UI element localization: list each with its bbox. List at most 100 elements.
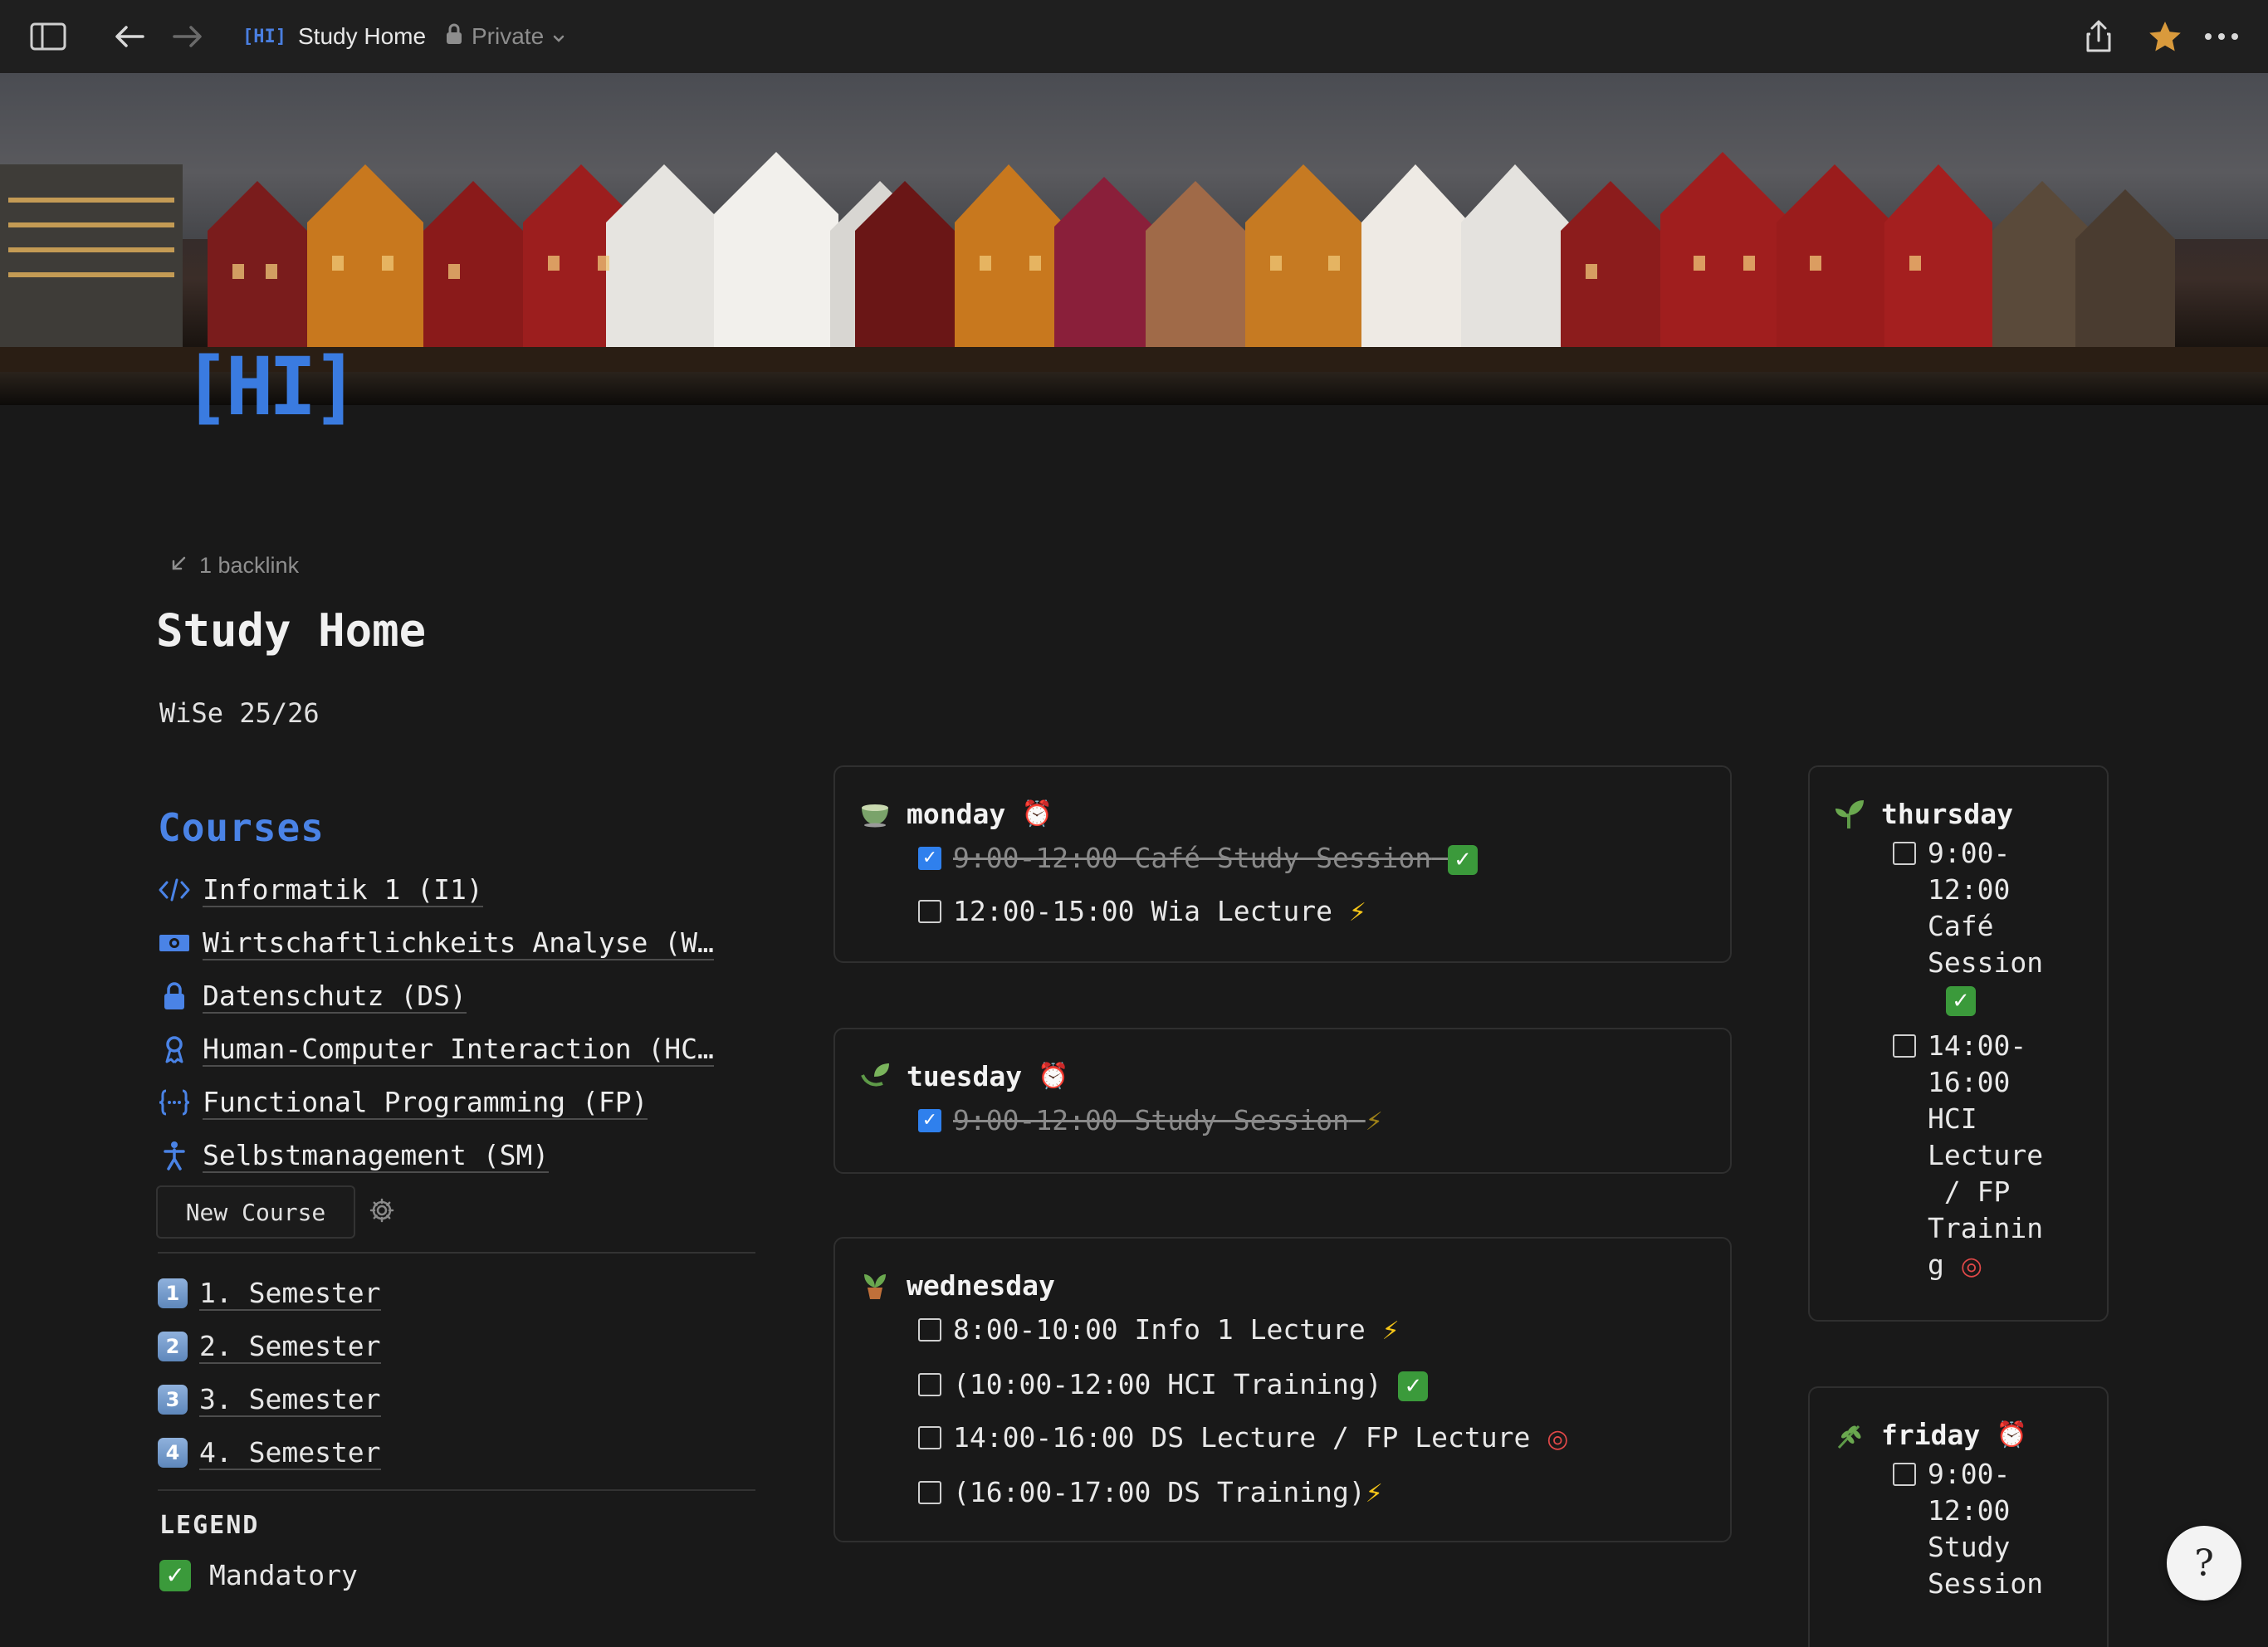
check-mark-icon: ✓ bbox=[1946, 985, 1976, 1016]
keycap-four-icon: 4 bbox=[158, 1438, 188, 1468]
course-item-datenschutz[interactable]: Datenschutz (DS) bbox=[158, 970, 755, 1023]
todo-item[interactable]: (10:00-12:00 HCI Training) ✓ bbox=[918, 1358, 1715, 1411]
semester-item[interactable]: 4 4. Semester bbox=[158, 1426, 755, 1479]
braces-icon bbox=[158, 1086, 191, 1119]
breadcrumb[interactable]: [HI] Study Home bbox=[242, 18, 426, 55]
semester-label: 4. Semester bbox=[199, 1435, 381, 1470]
todo-text-line: 9:00- bbox=[1928, 837, 2011, 869]
checkbox[interactable] bbox=[918, 1481, 941, 1504]
day-card-header: friday ⏰ bbox=[1833, 1418, 2028, 1451]
day-card-monday: monday ⏰ ✓ 9:00-12:00 Café Study Session… bbox=[833, 765, 1732, 963]
legend-item-mandatory: ✓ Mandatory bbox=[159, 1559, 358, 1591]
checkbox[interactable] bbox=[918, 1318, 941, 1342]
todo-text-line: Study bbox=[1928, 1531, 2011, 1563]
share-icon[interactable] bbox=[2080, 18, 2117, 55]
potted-plant-icon bbox=[858, 1268, 892, 1302]
target-icon: ◎ bbox=[1547, 1425, 1569, 1454]
todo-text-line: 16:00 bbox=[1928, 1066, 2011, 1098]
checkbox[interactable] bbox=[1893, 842, 1916, 865]
course-label: Informatik 1 (I1) bbox=[203, 872, 483, 907]
course-item-functional-programming[interactable]: Functional Programming (FP) bbox=[158, 1076, 755, 1129]
gear-icon[interactable] bbox=[367, 1195, 397, 1225]
more-options-icon[interactable] bbox=[2203, 18, 2240, 55]
todo-text-line: HCI bbox=[1928, 1102, 1977, 1135]
checkbox[interactable] bbox=[1893, 1034, 1916, 1058]
person-icon bbox=[158, 1139, 191, 1172]
favorite-star-icon[interactable] bbox=[2147, 18, 2183, 55]
divider bbox=[158, 1489, 755, 1491]
course-item-selbstmanagement[interactable]: Selbstmanagement (SM) bbox=[158, 1129, 755, 1182]
money-icon bbox=[158, 926, 191, 960]
todo-text-line: g bbox=[1928, 1249, 1944, 1281]
code-icon bbox=[158, 873, 191, 907]
forward-arrow-icon[interactable] bbox=[169, 18, 206, 55]
todo-text-line: 12:00 bbox=[1928, 1494, 2011, 1527]
todo-text-line: Session bbox=[1928, 946, 2044, 979]
backlinks-label: 1 backlink bbox=[199, 553, 300, 578]
back-arrow-icon[interactable] bbox=[111, 18, 148, 55]
lightning-icon: ⚡ bbox=[1365, 1479, 1383, 1508]
todo-text-line: Trainin bbox=[1928, 1212, 2044, 1244]
semester-item[interactable]: 2 2. Semester bbox=[158, 1320, 755, 1373]
todo-text: 9:00-12:00 Study Session bbox=[953, 1104, 1349, 1136]
todo-text: 12:00-15:00 Wia Lecture bbox=[953, 895, 1332, 927]
day-card-header: tuesday ⏰ bbox=[858, 1059, 1070, 1092]
page-title[interactable]: Study Home bbox=[156, 604, 426, 657]
course-item-wirtschaftlichkeit[interactable]: Wirtschaftlichkeits Analyse (W… bbox=[158, 916, 755, 970]
course-label: Datenschutz (DS) bbox=[203, 979, 467, 1014]
page-icon-large[interactable]: [HI] bbox=[183, 347, 365, 427]
day-card-thursday: thursday 9:00- 12:00 Café Session ✓ 14:0… bbox=[1808, 765, 2109, 1322]
day-title: friday bbox=[1881, 1418, 1981, 1451]
todo-item[interactable]: 9:00- 12:00 Café Session ✓ bbox=[1893, 835, 2092, 1018]
legend-heading: LEGEND bbox=[159, 1511, 260, 1540]
course-label: Human-Computer Interaction (HC… bbox=[203, 1032, 714, 1067]
todo-item[interactable]: (16:00-17:00 DS Training)⚡ bbox=[918, 1466, 1715, 1521]
day-card-wednesday: wednesday 8:00-10:00 Info 1 Lecture ⚡ (1… bbox=[833, 1237, 1732, 1542]
todo-item[interactable]: ✓ 9:00-12:00 Café Study Session ✓ bbox=[918, 832, 1715, 885]
todo-item[interactable]: 14:00- 16:00 HCI Lecture / FP Trainin g … bbox=[1893, 1028, 2092, 1285]
privacy-label: Private bbox=[472, 23, 545, 49]
backlink-arrow-icon bbox=[169, 553, 188, 579]
checkbox[interactable] bbox=[918, 900, 941, 923]
privacy-dropdown[interactable]: Private bbox=[445, 18, 565, 55]
seedling-icon bbox=[1833, 797, 1866, 830]
chevron-down-icon bbox=[552, 23, 565, 50]
courses-heading: Courses bbox=[158, 805, 325, 850]
course-label: Selbstmanagement (SM) bbox=[203, 1138, 550, 1173]
legend-label: Mandatory bbox=[209, 1559, 358, 1591]
day-title: thursday bbox=[1881, 797, 2013, 830]
course-item-informatik[interactable]: Informatik 1 (I1) bbox=[158, 863, 755, 916]
courses-list: Informatik 1 (I1) Wirtschaftlichkeits An… bbox=[158, 863, 755, 1182]
checkbox[interactable] bbox=[918, 1373, 941, 1396]
lightning-icon: ⚡ bbox=[1381, 1317, 1400, 1346]
checkbox[interactable] bbox=[918, 1426, 941, 1449]
todo-text: (16:00-17:00 DS Training) bbox=[953, 1476, 1366, 1508]
checkbox-checked[interactable]: ✓ bbox=[918, 1109, 941, 1132]
day-card-header: wednesday bbox=[858, 1268, 1055, 1302]
page-subtitle[interactable]: WiSe 25/26 bbox=[159, 697, 320, 729]
check-mark-icon: ✓ bbox=[1398, 1371, 1429, 1401]
alarm-clock-icon: ⏰ bbox=[1996, 1420, 2027, 1449]
todo-item[interactable]: ✓ 9:00-12:00 Study Session ⚡ bbox=[918, 1094, 1715, 1149]
tea-cup-icon bbox=[858, 797, 892, 830]
keycap-two-icon: 2 bbox=[158, 1332, 188, 1361]
semester-item[interactable]: 1 1. Semester bbox=[158, 1267, 755, 1320]
new-course-button[interactable]: New Course bbox=[156, 1185, 355, 1239]
todo-text-line: 12:00 bbox=[1928, 873, 2011, 906]
checkbox[interactable] bbox=[1893, 1463, 1916, 1486]
checkbox-checked[interactable]: ✓ bbox=[918, 847, 941, 870]
day-title: monday bbox=[907, 797, 1006, 830]
top-bar: [HI] Study Home Private bbox=[0, 0, 2268, 73]
help-assistant-button[interactable]: ? bbox=[2167, 1526, 2241, 1601]
todo-item[interactable]: 8:00-10:00 Info 1 Lecture ⚡ bbox=[918, 1303, 1715, 1358]
backlinks-link[interactable]: 1 backlink bbox=[169, 553, 299, 579]
todo-item[interactable]: 14:00-16:00 DS Lecture / FP Lecture ◎ bbox=[918, 1411, 1715, 1466]
breadcrumb-page-name[interactable]: Study Home bbox=[298, 23, 426, 50]
todo-item[interactable]: 9:00- 12:00 Study Session bbox=[1893, 1456, 2092, 1602]
course-item-hci[interactable]: Human-Computer Interaction (HC… bbox=[158, 1023, 755, 1076]
todo-text: 9:00-12:00 Café Study Session bbox=[953, 842, 1432, 874]
semester-item[interactable]: 3 3. Semester bbox=[158, 1373, 755, 1426]
day-card-friday: friday ⏰ 9:00- 12:00 Study Session bbox=[1808, 1386, 2109, 1647]
sidebar-toggle-icon[interactable] bbox=[30, 18, 66, 55]
todo-item[interactable]: 12:00-15:00 Wia Lecture ⚡ bbox=[918, 885, 1715, 940]
